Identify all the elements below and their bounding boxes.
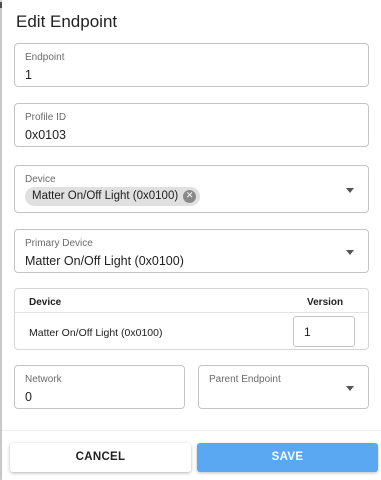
primary-device-value: Matter On/Off Light (0x0100) xyxy=(25,254,184,268)
network-field[interactable]: Network 0 xyxy=(14,365,185,409)
endpoint-label: Endpoint xyxy=(25,52,65,63)
table-cell-device: Matter On/Off Light (0x0100) xyxy=(29,327,163,339)
table-header-device: Device xyxy=(29,297,62,308)
primary-device-label: Primary Device xyxy=(25,238,93,249)
endpoint-field[interactable]: Endpoint 1 xyxy=(14,43,369,87)
caret-down-icon[interactable] xyxy=(346,386,354,391)
parent-endpoint-select[interactable]: Parent Endpoint xyxy=(198,365,369,409)
device-label: Device xyxy=(25,174,56,185)
parent-endpoint-label: Parent Endpoint xyxy=(209,374,281,385)
cancel-icon[interactable]: ✕ xyxy=(183,190,197,203)
cancel-button[interactable]: CANCEL xyxy=(10,443,191,472)
network-value: 0 xyxy=(25,390,32,404)
table-header-version: Version xyxy=(307,297,344,308)
device-version-table: Device Version Matter On/Off Light (0x01… xyxy=(14,288,369,350)
edit-endpoint-dialog: Edit Endpoint Endpoint 1 Profile ID 0x01… xyxy=(2,0,381,480)
table-divider xyxy=(15,312,368,313)
version-value: 1 xyxy=(304,325,311,339)
network-label: Network xyxy=(25,374,62,385)
save-button[interactable]: SAVE xyxy=(197,443,378,472)
caret-down-icon[interactable] xyxy=(346,250,354,255)
device-chip-label: Matter On/Off Light (0x0100) xyxy=(32,190,179,202)
caret-down-icon[interactable] xyxy=(346,188,354,193)
profile-id-value: 0x0103 xyxy=(25,128,67,142)
footer-divider xyxy=(2,430,381,431)
profile-id-label: Profile ID xyxy=(25,112,67,123)
device-chip[interactable]: Matter On/Off Light (0x0100) ✕ xyxy=(25,187,201,206)
dialog-title: Edit Endpoint xyxy=(16,12,118,31)
endpoint-value: 1 xyxy=(25,68,32,82)
version-input[interactable]: 1 xyxy=(293,316,355,347)
device-select[interactable]: Device Matter On/Off Light (0x0100) ✕ xyxy=(14,165,369,213)
profile-id-field[interactable]: Profile ID 0x0103 xyxy=(14,103,369,147)
primary-device-select[interactable]: Primary Device Matter On/Off Light (0x01… xyxy=(14,229,369,273)
